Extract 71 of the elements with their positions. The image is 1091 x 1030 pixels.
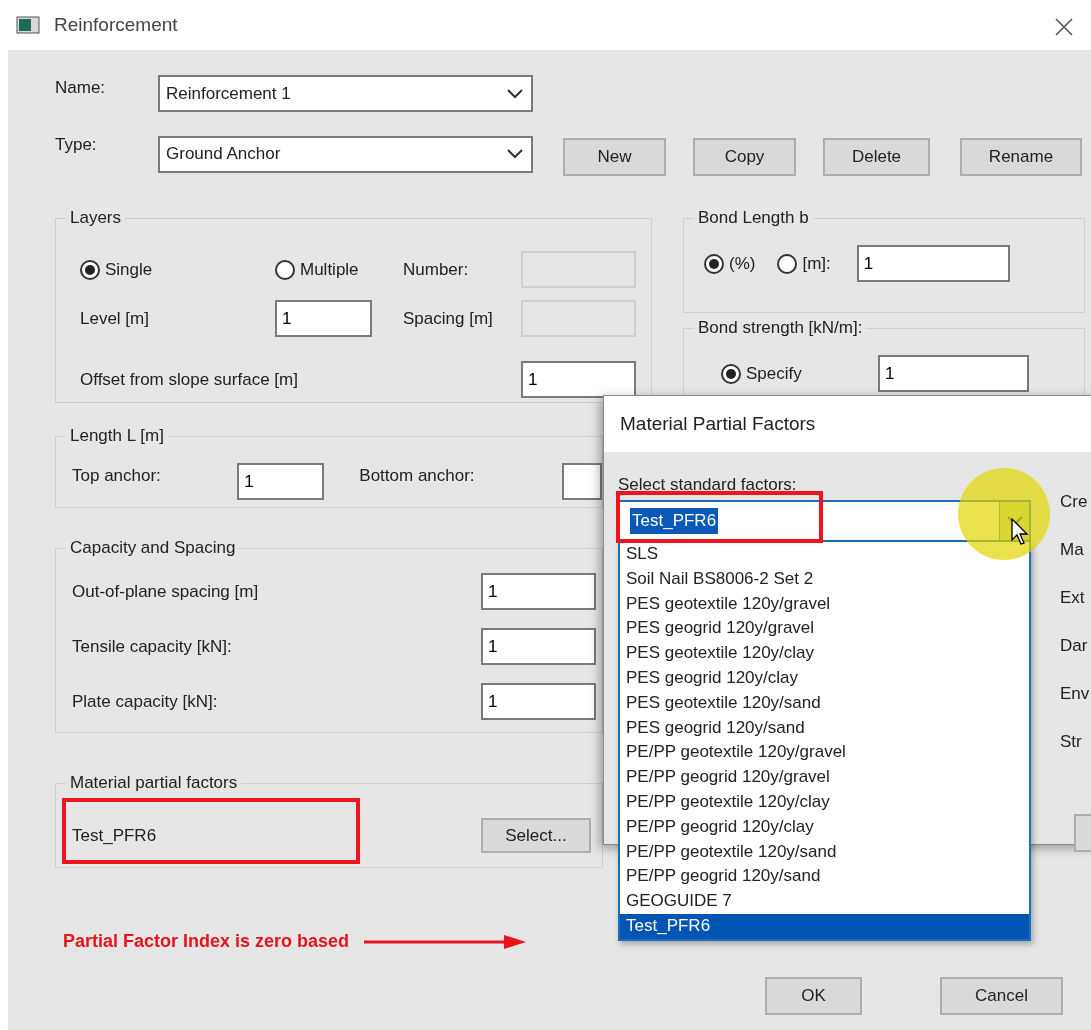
dialog-button[interactable]: OK	[765, 977, 862, 1015]
annotation-text: Partial Factor Index is zero based	[63, 930, 350, 953]
list-item[interactable]: PES geogrid 120y/clay	[620, 666, 1029, 691]
field-label: Str	[1060, 731, 1083, 753]
radio-label: Multiple	[300, 258, 359, 281]
list-item[interactable]: PES geogrid 120y/sand	[620, 715, 1029, 741]
radio-button[interactable]	[80, 259, 100, 280]
list-item[interactable]: GEOGUIDE 7	[620, 889, 1029, 914]
field-label: Type:	[55, 134, 98, 156]
field-label: Dar	[1060, 635, 1089, 657]
text-field[interactable]: 1	[521, 361, 636, 398]
toolbar-button[interactable]: New	[563, 138, 666, 176]
radio-button[interactable]	[704, 253, 724, 274]
window-title: Reinforcement	[54, 12, 178, 37]
list-item[interactable]: PE/PP geotextile 120y/sand	[620, 839, 1029, 865]
text-field[interactable]: 1	[481, 573, 596, 610]
list-item[interactable]: PES geotextile 120y/clay	[620, 641, 1029, 666]
list-item[interactable]: PE/PP geogrid 120y/clay	[620, 814, 1029, 840]
radio-label: Single	[105, 258, 153, 281]
field-label: Cre	[1060, 491, 1089, 513]
field-label: Ma	[1060, 539, 1085, 561]
field-label: Level [m]	[80, 307, 150, 330]
radio-label: (%)	[729, 252, 756, 275]
text-field[interactable]: 1	[481, 683, 596, 720]
dropdown-field[interactable]: Ground Anchor	[158, 135, 533, 173]
radio-label: [m]:	[802, 252, 831, 275]
field-label: Plate capacity [kN]:	[72, 690, 219, 713]
field-label: Select standard factors:	[618, 474, 797, 496]
field-label: Top anchor:	[72, 465, 162, 487]
toolbar-button[interactable]: Delete	[823, 138, 930, 176]
toolbar-button[interactable]: Rename	[960, 138, 1082, 176]
radio-label: Specify	[746, 362, 802, 385]
chevron-down-icon	[507, 88, 523, 99]
dialog-button[interactable]: Cancel	[940, 977, 1063, 1015]
close-icon	[1055, 18, 1073, 37]
toolbar-button[interactable]: Copy	[693, 138, 796, 176]
radio-button[interactable]	[721, 363, 741, 384]
dialog-title: Material Partial Factors	[604, 396, 1091, 452]
list-item[interactable]: PES geogrid 120y/gravel	[620, 616, 1029, 642]
chevron-down-icon	[507, 149, 523, 159]
field-label: Out-of-plane spacing [m]	[72, 580, 260, 603]
list-item[interactable]: PE/PP geotextile 120y/gravel	[620, 740, 1029, 766]
field-label: Tensile capacity [kN]:	[72, 635, 233, 658]
field-label: Name:	[55, 77, 107, 99]
text-field[interactable]: 1	[481, 628, 596, 665]
field-label: Number:	[403, 258, 470, 281]
radio-button[interactable]	[275, 259, 295, 280]
text-field[interactable]: 1	[275, 300, 372, 337]
field-label: Ext	[1060, 587, 1086, 609]
field-label: Offset from slope surface [m]	[80, 368, 299, 391]
list-item[interactable]: PE/PP geogrid 120y/sand	[620, 864, 1029, 890]
text-field[interactable]	[562, 463, 602, 500]
radio-button[interactable]	[777, 253, 798, 274]
list-item[interactable]: PE/PP geotextile 120y/clay	[620, 789, 1029, 815]
text-field[interactable]: 1	[856, 245, 1010, 282]
list-item[interactable]: PES geotextile 120y/gravel	[620, 591, 1029, 617]
cursor-icon	[1011, 518, 1031, 546]
field-label: Env	[1060, 683, 1090, 705]
arrow-icon	[364, 933, 527, 950]
app-icon	[16, 16, 40, 34]
field-value: Test_PFR6	[72, 824, 158, 847]
text-field[interactable]: 1	[878, 355, 1029, 392]
field-label: Spacing [m]	[403, 307, 494, 330]
field-label: Bottom anchor:	[359, 465, 476, 487]
select-button[interactable]: Select...	[481, 818, 591, 853]
dropdown-field[interactable]: Reinforcement 1	[158, 75, 533, 112]
list-item[interactable]: PE/PP geogrid 120y/gravel	[620, 765, 1029, 790]
text-field[interactable]: 1	[237, 463, 325, 500]
list-item[interactable]: Soil Nail BS8006-2 Set 2	[620, 566, 1029, 592]
list-item[interactable]: PES geotextile 120y/sand	[620, 690, 1029, 716]
list-item[interactable]: Test_PFR6	[620, 913, 1029, 939]
